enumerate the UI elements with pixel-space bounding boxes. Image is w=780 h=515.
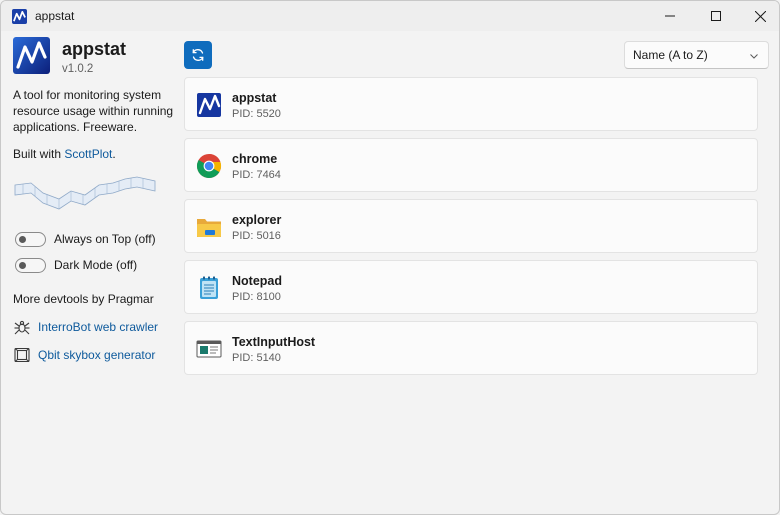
chevron-down-icon [750,54,758,59]
title-bar: appstat [1,1,779,31]
minimize-button[interactable] [647,1,693,31]
dark-mode-switch[interactable] [15,257,46,273]
scottplot-link[interactable]: ScottPlot [64,147,112,161]
built-with-prefix: Built with [13,147,65,161]
close-button[interactable] [737,1,779,31]
always-on-top-toggle[interactable]: Always on Top (off) [15,230,156,248]
minimize-icon [665,15,675,17]
appstat-icon [12,9,27,24]
chrome-icon [196,153,222,179]
always-on-top-label: Always on Top (off) [54,232,156,246]
process-name: chrome [232,152,278,166]
process-item-appstat[interactable]: appstat PID: 5520 [184,77,758,131]
process-item-chrome[interactable]: chrome PID: 7464 [184,138,758,192]
folder-icon [197,219,221,237]
process-list: appstat PID: 5520 chrome PID: 7464 explo… [184,77,758,382]
process-pid: PID: 5016 [232,230,281,242]
qbit-link[interactable]: Qbit skybox generator [13,346,155,364]
process-name: appstat [232,91,277,105]
more-devtools-heading: More devtools by Pragmar [13,292,154,306]
process-pid: PID: 5520 [232,108,281,120]
dark-mode-toggle[interactable]: Dark Mode (off) [15,256,137,274]
close-icon [754,10,766,22]
sort-dropdown-value: Name (A to Z) [633,48,708,62]
process-pid: PID: 5140 [232,352,281,364]
textinput-icon [196,340,222,358]
app-version: v1.0.2 [62,63,94,75]
process-item-textinputhost[interactable]: TextInputHost PID: 5140 [184,321,758,375]
built-with-suffix: . [112,147,116,161]
process-name: Notepad [232,274,282,288]
sort-dropdown[interactable]: Name (A to Z) [624,41,769,69]
appstat-icon [197,93,221,117]
appstat-logo-icon [13,37,50,74]
toggle-knob [19,235,26,243]
process-name: explorer [232,213,282,227]
app-name: appstat [62,39,127,59]
maximize-icon [711,11,721,21]
process-pid: PID: 7464 [232,169,281,181]
toggle-knob [19,261,26,269]
process-pid: PID: 8100 [232,291,281,303]
always-on-top-switch[interactable] [15,231,46,247]
dark-mode-label: Dark Mode (off) [54,258,138,272]
process-item-notepad[interactable]: Notepad PID: 8100 [184,260,758,314]
built-with-text: Built with ScottPlot. [13,147,116,161]
app-description: A tool for monitoring system resource us… [13,88,174,134]
process-item-explorer[interactable]: explorer PID: 5016 [184,199,758,253]
process-name: TextInputHost [232,335,316,349]
refresh-icon [192,49,204,61]
refresh-button[interactable] [184,41,212,69]
qbit-label: Qbit skybox generator [38,348,156,362]
notepad-icon [200,276,218,299]
window-title: appstat [35,9,75,23]
scottplot-logo-icon [14,176,156,210]
maximize-button[interactable] [693,1,739,31]
app-window: appstat appstat v1.0.2 A tool for monito… [0,0,780,515]
spider-icon [14,320,30,335]
interrobot-link[interactable]: InterroBot web crawler [13,318,158,336]
interrobot-label: InterroBot web crawler [38,320,159,334]
cube-icon [14,347,30,363]
